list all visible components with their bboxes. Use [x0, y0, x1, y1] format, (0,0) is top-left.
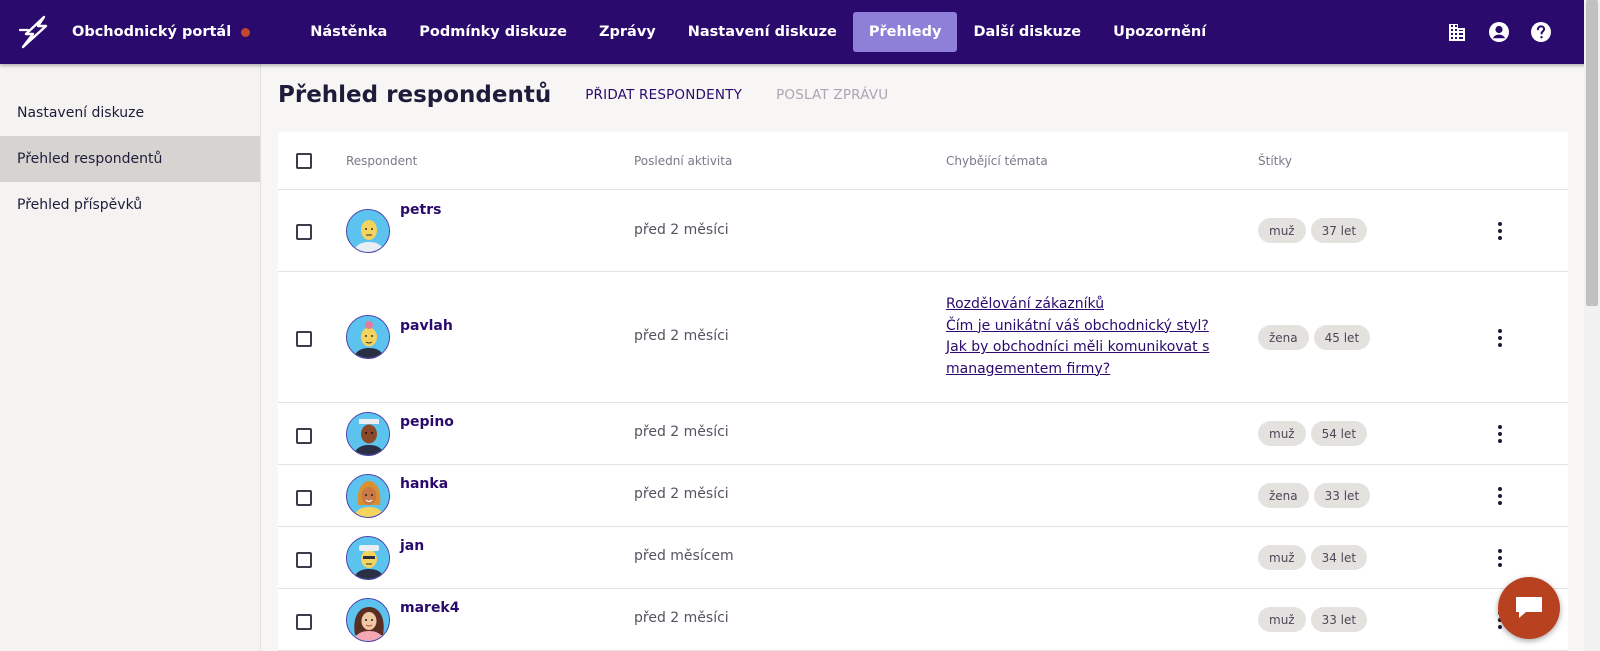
- nav-item-podminky-diskuze[interactable]: Podmínky diskuze: [403, 12, 583, 52]
- respondent-name[interactable]: petrs: [400, 202, 441, 218]
- missing-topics-list: Rozdělování zákazníků Čím je unikátní vá…: [946, 294, 1216, 380]
- last-activity: před 2 měsíci: [634, 222, 729, 238]
- column-header-tags[interactable]: Štítky: [1258, 132, 1292, 190]
- nav-item-upozorneni[interactable]: Upozornění: [1097, 12, 1222, 52]
- add-respondents-button[interactable]: PŘIDAT RESPONDENTY: [585, 87, 742, 103]
- respondent-name[interactable]: pavlah: [400, 318, 453, 334]
- row-checkbox[interactable]: [296, 552, 312, 568]
- table-row: pepino před 2 měsíci muž 54 let: [278, 403, 1568, 465]
- sidebar-item-prehled-respondentu[interactable]: Přehled respondentů: [0, 136, 260, 182]
- row-checkbox[interactable]: [296, 331, 312, 347]
- chat-bubble-icon: [1516, 597, 1542, 618]
- column-header-respondent[interactable]: Respondent: [346, 132, 417, 190]
- help-icon[interactable]: [1530, 21, 1552, 43]
- scrollbar-thumb[interactable]: [1586, 0, 1598, 306]
- respondent-name[interactable]: marek4: [400, 600, 460, 616]
- row-checkbox[interactable]: [296, 224, 312, 240]
- building-icon[interactable]: [1446, 21, 1468, 43]
- column-header-topics[interactable]: Chybějící témata: [946, 132, 1048, 190]
- respondent-name[interactable]: hanka: [400, 476, 448, 492]
- missing-topic-link[interactable]: Čím je unikátní váš obchodnický styl?: [946, 316, 1216, 338]
- table-row: jan před měsícem muž 34 let: [278, 527, 1568, 589]
- tag-gender: muž: [1258, 218, 1306, 243]
- nav-item-zpravy[interactable]: Zprávy: [583, 12, 672, 52]
- nav-item-dalsi-diskuze[interactable]: Další diskuze: [957, 12, 1097, 52]
- avatar[interactable]: [346, 598, 390, 642]
- top-icons: [1446, 0, 1552, 64]
- last-activity: před 2 měsíci: [634, 328, 729, 344]
- tag-list: muž 37 let: [1258, 218, 1368, 243]
- tag-age: 33 let: [1310, 607, 1368, 632]
- page-header: Přehled respondentů PŘIDAT RESPONDENTY P…: [278, 82, 888, 108]
- avatar[interactable]: [346, 315, 390, 359]
- last-activity: před 2 měsíci: [634, 424, 729, 440]
- table-header: Respondent Poslední aktivita Chybějící t…: [278, 132, 1568, 190]
- tag-gender: muž: [1258, 421, 1306, 446]
- sidebar: Nastavení diskuze Přehled respondentů Př…: [0, 64, 261, 651]
- last-activity: před měsícem: [634, 548, 734, 564]
- tag-list: muž 33 let: [1258, 607, 1368, 632]
- main-nav: Nástěnka Podmínky diskuze Zprávy Nastave…: [294, 0, 1222, 64]
- brand-name[interactable]: Obchodnický portál: [72, 24, 251, 40]
- table-row: hanka před 2 měsíci žena 33 let: [278, 465, 1568, 527]
- tag-gender: muž: [1258, 607, 1306, 632]
- avatar[interactable]: [346, 412, 390, 456]
- missing-topic-link[interactable]: Rozdělování zákazníků: [946, 294, 1216, 316]
- respondents-table: Respondent Poslední aktivita Chybějící t…: [278, 132, 1568, 651]
- tag-gender: žena: [1258, 325, 1309, 350]
- nav-item-prehledy[interactable]: Přehledy: [852, 12, 958, 52]
- lightning-logo-icon[interactable]: [14, 12, 54, 52]
- chat-button[interactable]: [1498, 577, 1560, 639]
- respondent-name[interactable]: jan: [400, 538, 424, 554]
- main-content: Přehled respondentů PŘIDAT RESPONDENTY P…: [262, 64, 1584, 651]
- row-menu-icon[interactable]: [1496, 425, 1504, 443]
- respondent-name[interactable]: pepino: [400, 414, 454, 430]
- row-menu-icon[interactable]: [1496, 222, 1504, 240]
- nav-item-nastaveni-diskuze[interactable]: Nastavení diskuze: [672, 12, 853, 52]
- sidebar-item-prehled-prispevku[interactable]: Přehled příspěvků: [0, 182, 260, 228]
- avatar[interactable]: [346, 474, 390, 518]
- table-row: petrs před 2 měsíci muž 37 let: [278, 190, 1568, 272]
- tag-list: žena 45 let: [1258, 325, 1371, 350]
- tag-age: 45 let: [1313, 325, 1371, 350]
- row-checkbox[interactable]: [296, 428, 312, 444]
- avatar[interactable]: [346, 536, 390, 580]
- tag-age: 54 let: [1310, 421, 1368, 446]
- table-row: pavlah před 2 měsíci Rozdělování zákazní…: [278, 272, 1568, 403]
- last-activity: před 2 měsíci: [634, 610, 729, 626]
- brand-label: Obchodnický portál: [72, 24, 232, 40]
- row-checkbox[interactable]: [296, 490, 312, 506]
- tag-gender: muž: [1258, 545, 1306, 570]
- last-activity: před 2 měsíci: [634, 486, 729, 502]
- tag-list: muž 34 let: [1258, 545, 1368, 570]
- avatar[interactable]: [346, 209, 390, 253]
- tag-list: žena 33 let: [1258, 483, 1371, 508]
- column-header-activity[interactable]: Poslední aktivita: [634, 132, 732, 190]
- missing-topic-link[interactable]: Jak by obchodníci měli komunikovat s: [946, 337, 1216, 359]
- sidebar-item-nastaveni-diskuze[interactable]: Nastavení diskuze: [0, 90, 260, 136]
- account-icon[interactable]: [1488, 21, 1510, 43]
- row-menu-icon[interactable]: [1496, 549, 1504, 567]
- tag-age: 33 let: [1313, 483, 1371, 508]
- tag-age: 34 let: [1310, 545, 1368, 570]
- row-checkbox[interactable]: [296, 614, 312, 630]
- nav-item-nastenka[interactable]: Nástěnka: [294, 12, 403, 52]
- row-menu-icon[interactable]: [1496, 329, 1504, 347]
- send-message-button[interactable]: POSLAT ZPRÁVU: [776, 87, 888, 103]
- status-dot-icon: [241, 27, 251, 37]
- select-all-checkbox[interactable]: [296, 153, 312, 169]
- top-navigation-bar: Obchodnický portál Nástěnka Podmínky dis…: [0, 0, 1600, 64]
- tag-age: 37 let: [1310, 218, 1368, 243]
- table-row: marek4 před 2 měsíci muž 33 let: [278, 589, 1568, 651]
- page-title: Přehled respondentů: [278, 82, 552, 108]
- missing-topic-link[interactable]: managementem firmy?: [946, 359, 1216, 381]
- tag-gender: žena: [1258, 483, 1309, 508]
- row-menu-icon[interactable]: [1496, 487, 1504, 505]
- tag-list: muž 54 let: [1258, 421, 1368, 446]
